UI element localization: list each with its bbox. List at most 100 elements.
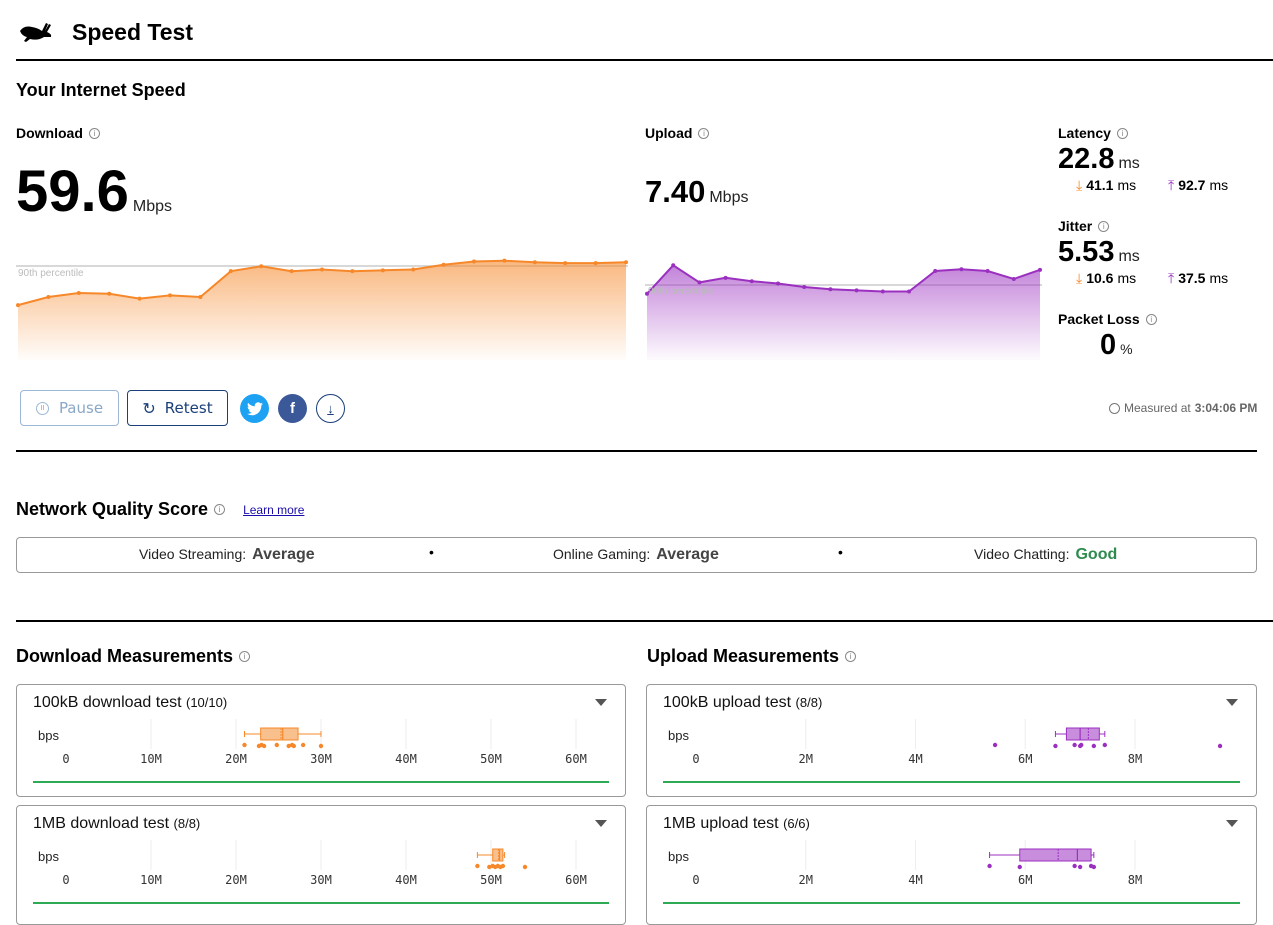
chevron-down-icon[interactable] [595, 699, 607, 706]
latency-value-row: 22.8 ms [1058, 143, 1140, 176]
box-plot: 0 2M 4M 6M 8M [692, 719, 1223, 766]
card-title: 1MB download test (8/8) [33, 815, 200, 833]
sample-point [1079, 742, 1084, 748]
quality-bar [33, 902, 609, 904]
tick-label: 40M [395, 873, 417, 887]
nq-value: Average [656, 546, 719, 563]
sample-point [1091, 864, 1097, 870]
packet-loss-unit: % [1120, 341, 1133, 357]
facebook-share-button[interactable]: f [278, 394, 307, 423]
app-title: Speed Test [72, 18, 193, 45]
download-test-card[interactable]: 100kB download test (10/10) bps 0 10M 20M 3… [16, 684, 626, 797]
data-point [723, 275, 728, 280]
tick-label: 8M [1128, 873, 1142, 887]
upload-test-card[interactable]: 1MB upload test (6/6) bps 0 2M 4M 6M 8M [646, 805, 1257, 925]
pause-label: Pause [58, 399, 104, 417]
sample-point [1072, 742, 1077, 748]
info-icon[interactable]: i [239, 651, 251, 662]
data-point [907, 289, 911, 294]
data-point [776, 281, 780, 286]
measured-at: Measured at 3:04:06 PM [1109, 401, 1257, 415]
upload-arrow-icon: ⤒ [1168, 177, 1175, 193]
upload-value: 7.40 [645, 174, 706, 209]
latency-down: ⤓ 41.1 ms [1076, 177, 1136, 194]
sample-point [1053, 743, 1058, 749]
pause-button[interactable]: II Pause [20, 390, 119, 426]
learn-more-link[interactable]: Learn more [243, 503, 304, 517]
sample-point [987, 863, 992, 869]
box-plot: 0 10M 20M 30M 40M 50M 60M [62, 719, 587, 766]
jitter-label-text: Jitter [1058, 218, 1093, 234]
quality-bar [33, 781, 609, 783]
download-measurements-title: Download Measurements [16, 646, 234, 666]
nq-video-streaming: Video Streaming: Average [139, 546, 315, 564]
data-point [472, 259, 476, 264]
box-plot: 0 10M 20M 30M 40M 50M 60M [62, 840, 587, 887]
box-plot: 0 2M 4M 6M 8M [692, 840, 1142, 887]
upload-arrow-icon: ⤒ [1168, 270, 1175, 286]
latency-up-unit: ms [1209, 177, 1229, 193]
quality-bar [663, 902, 1240, 904]
tick-label: 0 [62, 873, 69, 887]
info-icon[interactable]: i [698, 127, 710, 139]
sample-point [1102, 742, 1108, 748]
chevron-down-icon[interactable] [1226, 820, 1238, 827]
jitter-down-value: 10.6 [1086, 270, 1114, 286]
latency-down-value: 41.1 [1086, 177, 1114, 193]
download-results-button[interactable]: ↓ [316, 394, 345, 423]
sample-point [475, 863, 480, 869]
info-icon[interactable]: i [214, 504, 226, 515]
tick-label: 2M [799, 752, 813, 766]
nq-label: Video Streaming: [139, 546, 247, 562]
data-point [828, 287, 833, 292]
nq-label: Online Gaming: [553, 546, 651, 562]
pause-icon: II [35, 401, 49, 415]
data-point [16, 303, 20, 308]
clock-icon [1109, 402, 1120, 414]
info-icon[interactable]: i [845, 651, 857, 662]
tick-label: 30M [310, 752, 332, 766]
latency-up: ⤒ 92.7 ms [1168, 177, 1228, 194]
network-quality-title: Network Quality Score [16, 499, 209, 519]
latency-label: Latency i [1058, 125, 1128, 141]
upload-speed: 7.40 Mbps [645, 174, 748, 210]
sample-point [1017, 864, 1022, 870]
retest-button[interactable]: ↻ Retest [127, 390, 228, 426]
tick-label: 50M [480, 873, 502, 887]
card-title-text: 100kB download test [33, 694, 182, 711]
data-point [502, 258, 507, 263]
nq-online-gaming: Online Gaming: Average [553, 546, 719, 564]
card-title-text: 1MB upload test [663, 815, 779, 832]
chevron-down-icon[interactable] [1226, 699, 1238, 706]
data-point [411, 267, 416, 272]
tick-label: 4M [908, 873, 922, 887]
upload-label-text: Upload [645, 125, 693, 141]
retest-label: Retest [164, 399, 213, 417]
download-icon: ↓ [327, 401, 334, 416]
upload-chart [645, 263, 1042, 360]
box [492, 848, 504, 862]
info-icon[interactable]: i [1145, 313, 1157, 325]
jitter-up-value: 37.5 [1178, 270, 1206, 286]
quality-bar [663, 781, 1240, 783]
sample-point [274, 742, 279, 748]
info-icon[interactable]: i [88, 127, 100, 139]
tick-label: 10M [140, 752, 162, 766]
packet-loss-label: Packet Loss i [1058, 311, 1157, 327]
data-point [228, 269, 233, 274]
info-icon[interactable]: i [1098, 220, 1110, 232]
data-point [441, 262, 446, 267]
tick-label: 50M [480, 752, 502, 766]
data-point [76, 290, 81, 295]
upload-test-card[interactable]: 100kB upload test (8/8) bps 0 2M 4M 6M 8M [646, 684, 1257, 797]
tick-label: 6M [1018, 752, 1032, 766]
nq-video-chatting: Video Chatting: Good [974, 546, 1117, 564]
twitter-share-button[interactable] [240, 394, 269, 423]
jitter-label: Jitter i [1058, 218, 1110, 234]
download-test-card[interactable]: 1MB download test (8/8) bps 0 10M 20M 30M 40… [16, 805, 626, 925]
data-point [289, 269, 294, 274]
data-point [697, 280, 702, 285]
jitter-value: 5.53 [1058, 236, 1115, 268]
chevron-down-icon[interactable] [595, 820, 607, 827]
info-icon[interactable]: i [1116, 127, 1128, 139]
